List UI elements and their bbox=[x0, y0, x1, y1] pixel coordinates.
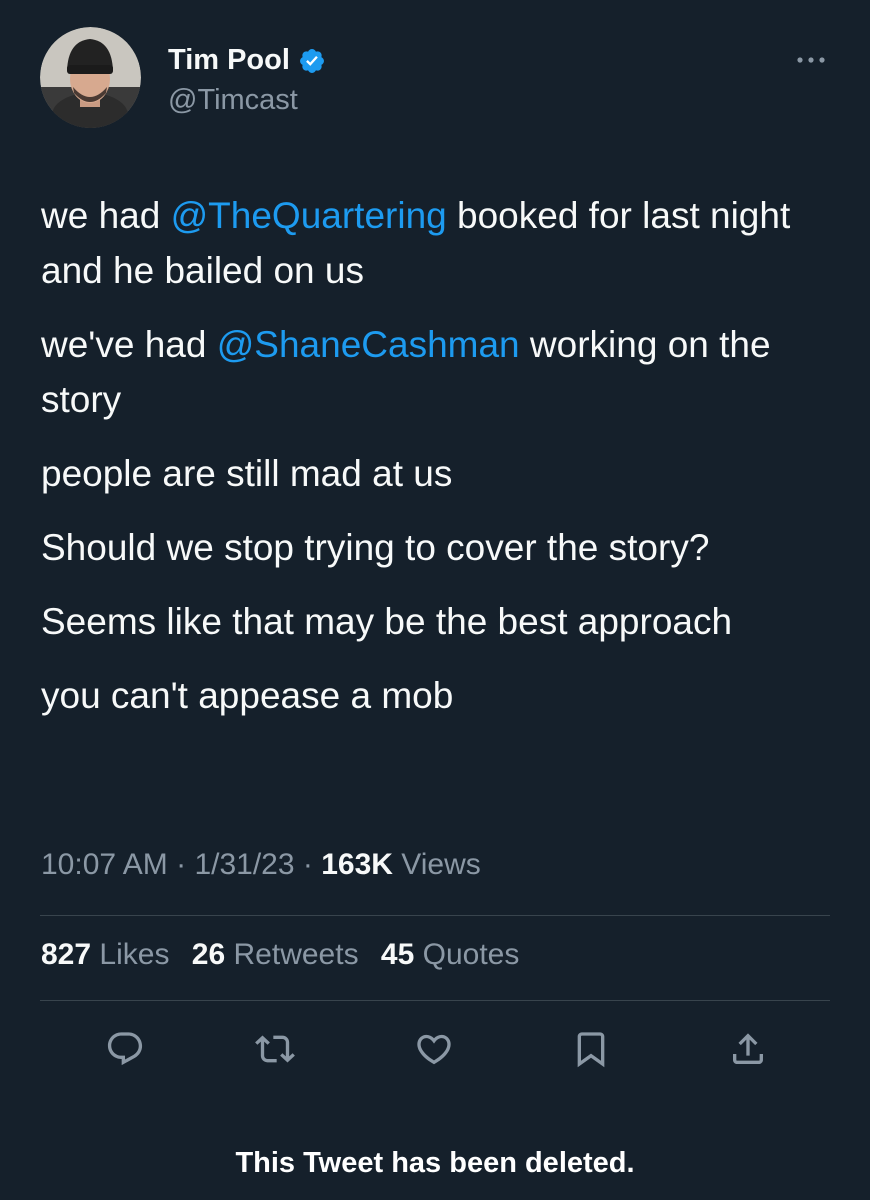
tweet-text-segment: Seems like that may be the best approach bbox=[41, 601, 733, 642]
engagement-stats: 827 Likes 26 Retweets 45 Quotes bbox=[41, 938, 533, 972]
likes-label: Likes bbox=[99, 938, 170, 971]
share-icon bbox=[733, 1033, 763, 1064]
display-name-row[interactable]: Tim Pool bbox=[168, 44, 326, 77]
quotes-stat[interactable]: 45 Quotes bbox=[381, 938, 519, 971]
avatar[interactable] bbox=[40, 27, 141, 128]
quotes-count: 45 bbox=[380, 938, 415, 971]
tweet-paragraph: Should we stop trying to cover the story… bbox=[41, 520, 841, 575]
quotes-label: Quotes bbox=[422, 938, 520, 971]
tweet-time[interactable]: 10:07 AM bbox=[41, 848, 168, 881]
user-handle[interactable]: @Timcast bbox=[168, 84, 298, 117]
meta-separator: · bbox=[176, 848, 187, 881]
retweet-button[interactable] bbox=[251, 1025, 299, 1073]
action-bar bbox=[0, 1025, 870, 1073]
bookmark-icon bbox=[577, 1032, 605, 1068]
likes-count: 827 bbox=[41, 938, 92, 971]
reply-icon bbox=[107, 1032, 143, 1066]
display-name[interactable]: Tim Pool bbox=[168, 44, 290, 77]
tweet-paragraph: you can't appease a mob bbox=[41, 668, 841, 723]
tweet-text-segment: we've had bbox=[41, 324, 217, 365]
retweet-icon bbox=[255, 1035, 295, 1063]
share-button[interactable] bbox=[724, 1025, 772, 1073]
tweet-date[interactable]: 1/31/23 bbox=[194, 848, 294, 881]
views-count: 163K bbox=[321, 848, 393, 881]
reply-button[interactable] bbox=[101, 1025, 149, 1073]
tweet-text-segment: we had bbox=[41, 195, 171, 236]
retweets-label: Retweets bbox=[233, 938, 359, 971]
views-label: Views bbox=[401, 848, 481, 881]
tweet-meta: 10:07 AM · 1/31/23 · 163K Views bbox=[41, 848, 481, 882]
tweet-paragraph: we've had @ShaneCashman working on the s… bbox=[41, 317, 841, 427]
retweets-stat[interactable]: 26 Retweets bbox=[192, 938, 367, 971]
tweet-text-segment: you can't appease a mob bbox=[41, 675, 454, 716]
like-icon bbox=[417, 1034, 451, 1065]
retweets-count: 26 bbox=[191, 938, 226, 971]
tweet-text: we had @TheQuartering booked for last ni… bbox=[41, 188, 841, 742]
likes-stat[interactable]: 827 Likes bbox=[41, 938, 178, 971]
tweet-text-segment: Should we stop trying to cover the story… bbox=[41, 527, 710, 568]
like-button[interactable] bbox=[410, 1025, 458, 1073]
tweet-paragraph: people are still mad at us bbox=[41, 446, 841, 501]
bookmark-button[interactable] bbox=[567, 1025, 615, 1073]
meta-separator: · bbox=[302, 848, 313, 881]
verified-badge-icon bbox=[298, 47, 326, 75]
tweet-paragraph: we had @TheQuartering booked for last ni… bbox=[41, 188, 841, 298]
deleted-notice: This Tweet has been deleted. bbox=[235, 1147, 635, 1179]
mention-link[interactable]: @ShaneCashman bbox=[217, 324, 520, 365]
tweet-paragraph: Seems like that may be the best approach bbox=[41, 594, 841, 649]
mention-link[interactable]: @TheQuartering bbox=[171, 195, 447, 236]
divider bbox=[40, 915, 830, 916]
divider bbox=[40, 1000, 830, 1001]
more-options-icon[interactable] bbox=[794, 50, 828, 70]
tweet-text-segment: people are still mad at us bbox=[41, 453, 453, 494]
